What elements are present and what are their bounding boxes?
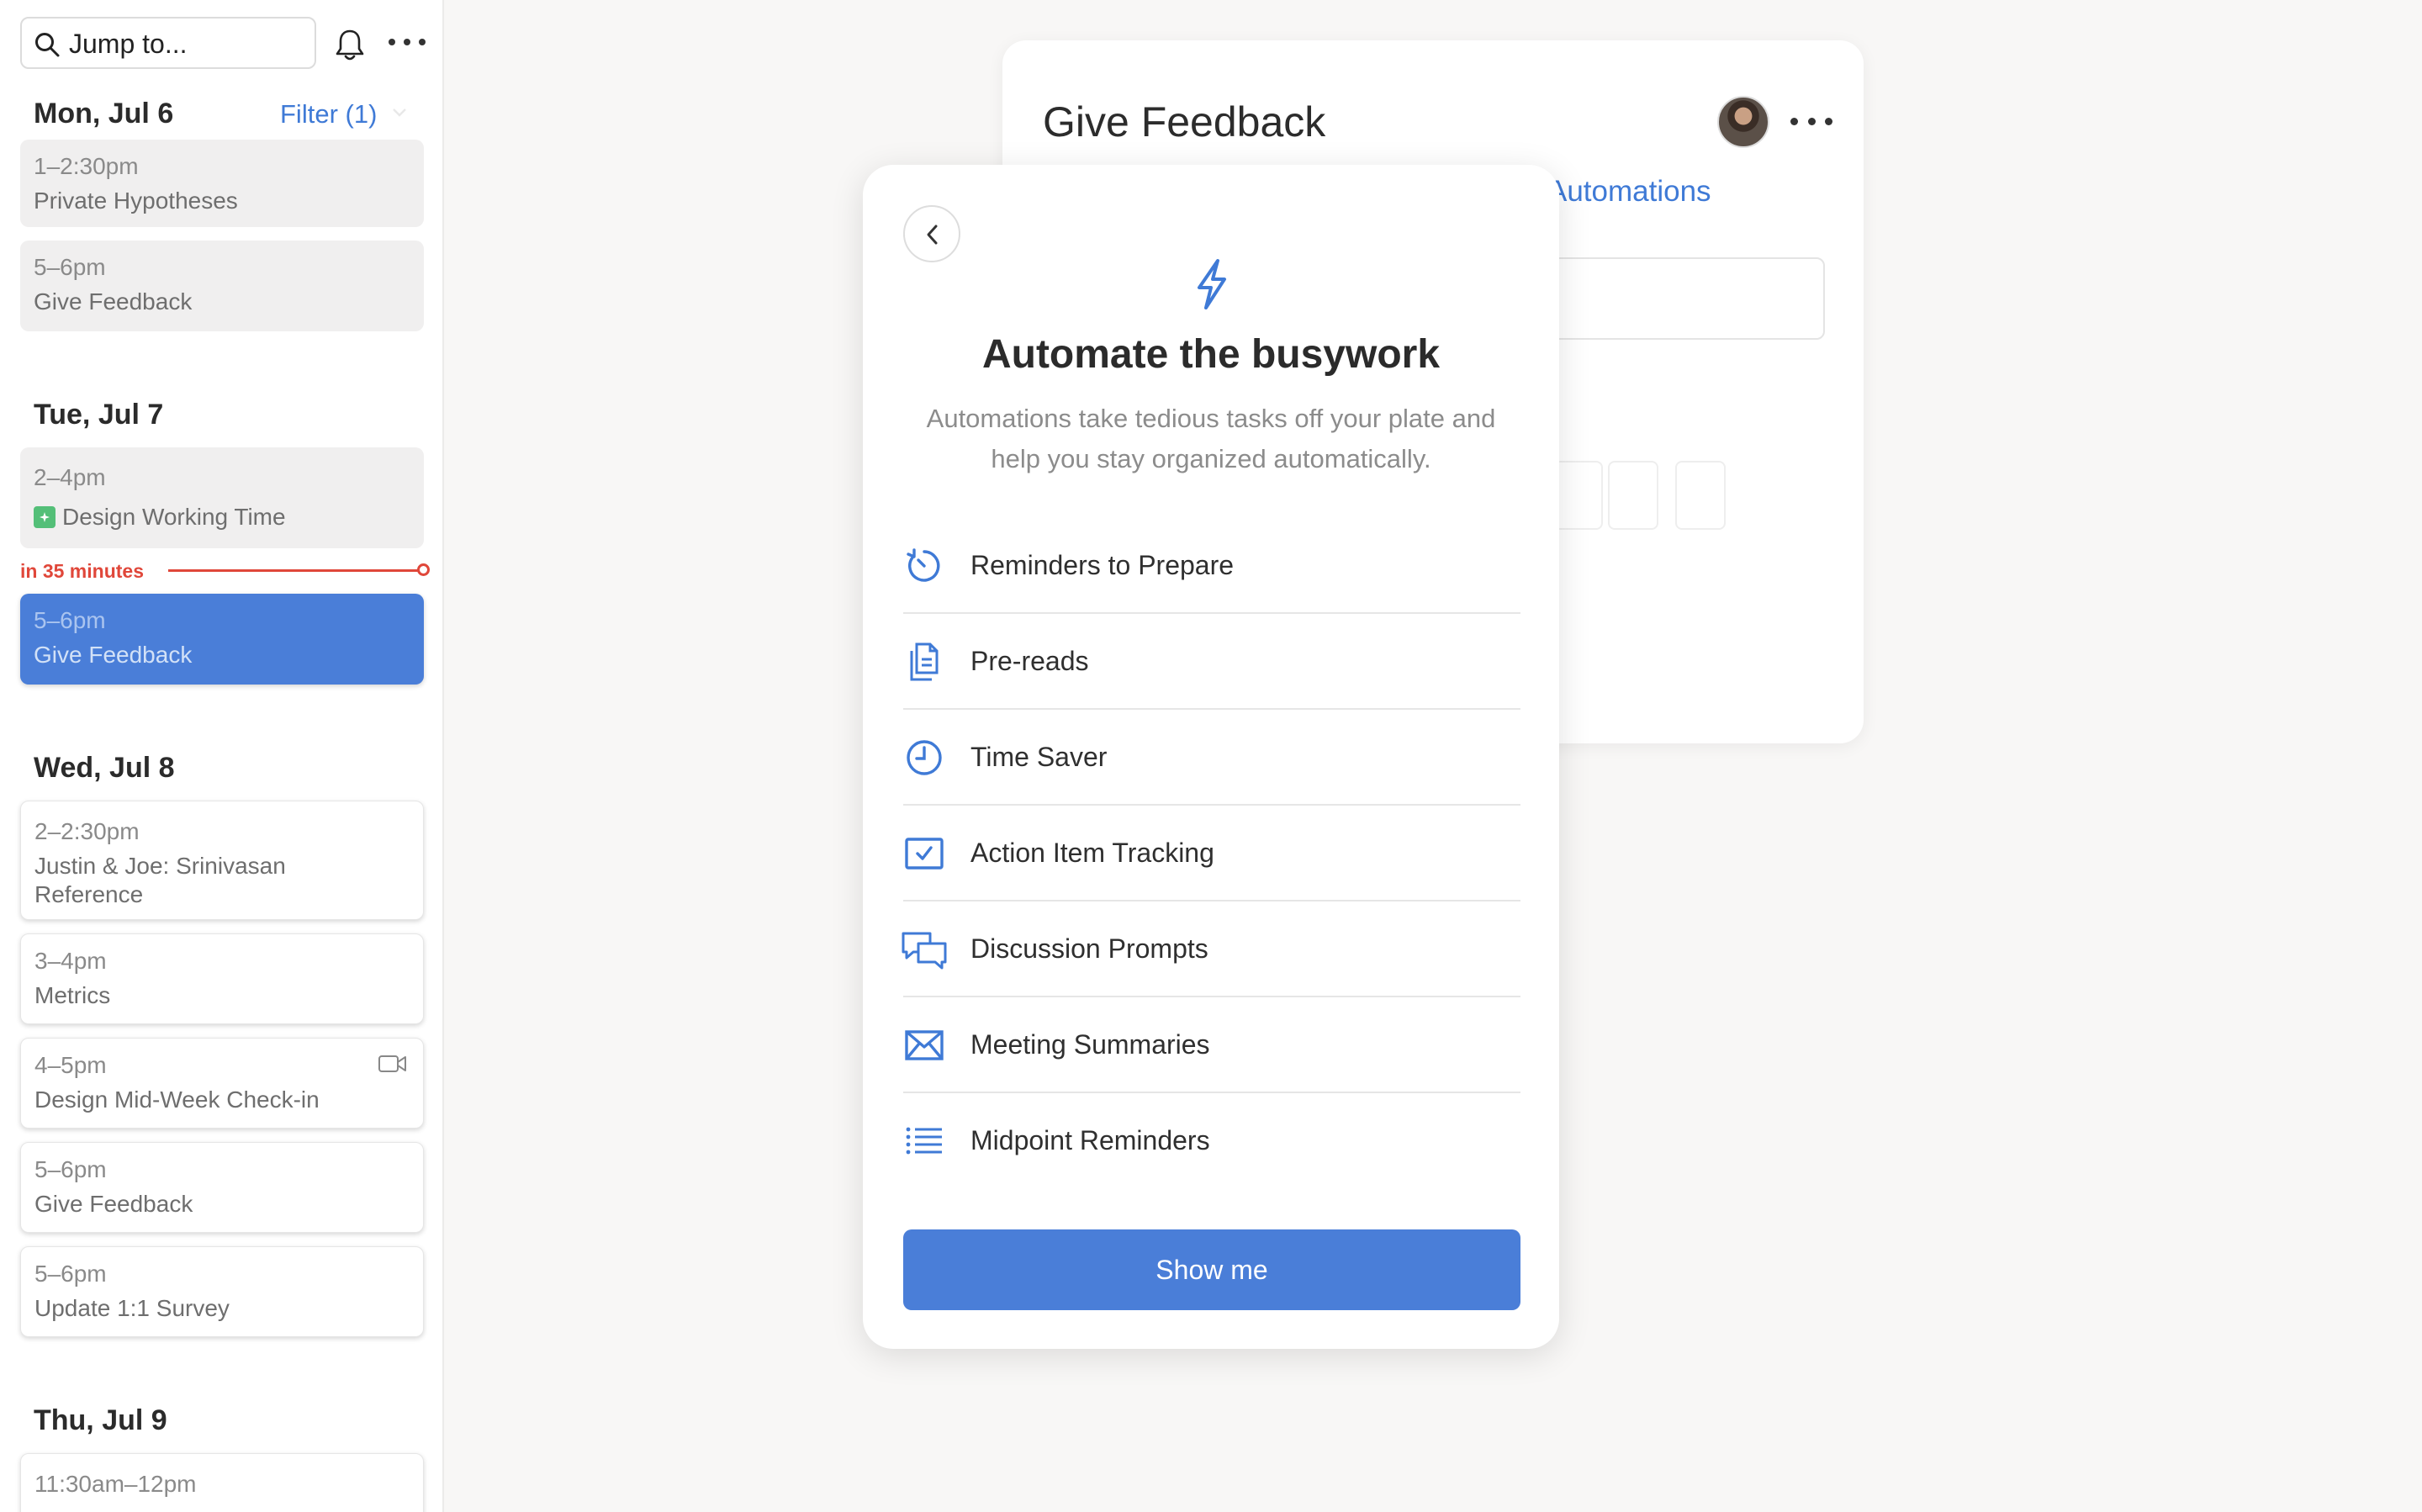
automation-item-reminders-to-prepare[interactable]: Reminders to Prepare	[903, 518, 1520, 614]
event-card[interactable]: 3–4pm Metrics	[20, 933, 424, 1024]
envelope-icon	[905, 1030, 944, 1060]
automation-label: Reminders to Prepare	[970, 550, 1235, 580]
day-header: Thu, Jul 9	[34, 1404, 167, 1436]
clock-icon	[907, 740, 942, 775]
event-card[interactable]: 2–2:30pm Justin & Joe: Srinivasan Refere…	[20, 801, 424, 920]
automation-item-meeting-summaries[interactable]: Meeting Summaries	[903, 997, 1520, 1093]
jump-to-search[interactable]	[20, 17, 316, 69]
event-title: Design Working Time	[34, 503, 410, 531]
file-icon	[1552, 461, 1603, 530]
checkbox-icon	[905, 838, 944, 870]
event-title: Give Feedback	[34, 1191, 193, 1217]
event-time: 1–2:30pm	[34, 153, 139, 179]
notes-input[interactable]	[1524, 257, 1825, 340]
event-card[interactable]: 2–4pm Design Working Time	[20, 447, 424, 548]
day-header: Wed, Jul 8	[34, 752, 175, 784]
chat-bubbles-icon	[902, 932, 947, 970]
event-time: 5–6pm	[34, 1156, 107, 1182]
show-me-button[interactable]: Show me	[903, 1229, 1520, 1310]
avatar[interactable]	[1717, 96, 1769, 148]
automation-item-pre-reads[interactable]: Pre-reads	[903, 614, 1520, 710]
event-card[interactable]: 5–6pm Give Feedback	[20, 241, 424, 331]
meeting-title: Give Feedback	[1043, 98, 1326, 145]
automation-item-midpoint-reminders[interactable]: Midpoint Reminders	[903, 1093, 1520, 1189]
automation-label: Pre-reads	[970, 646, 1089, 676]
sidebar-topbar	[20, 17, 432, 71]
event-time: 2–2:30pm	[34, 818, 140, 844]
automations-link[interactable]: Automations	[1547, 175, 1711, 209]
event-card-selected[interactable]: 5–6pm Give Feedback	[20, 594, 424, 685]
event-time: 2–4pm	[34, 464, 106, 490]
event-time: 5–6pm	[34, 1261, 107, 1287]
automation-label: Time Saver	[970, 742, 1108, 772]
calendar-sidebar: Mon, Jul 6 Filter (1) 1–2:30pm Private H…	[0, 0, 444, 1512]
automation-label: Action Item Tracking	[970, 838, 1214, 868]
automation-label: Midpoint Reminders	[970, 1125, 1210, 1155]
event-card[interactable]: 5–6pm Give Feedback	[20, 1142, 424, 1233]
now-dot	[417, 563, 430, 576]
more-options-icon[interactable]	[389, 34, 426, 50]
automation-label: Discussion Prompts	[970, 933, 1208, 964]
modal-title: Automate the busywork	[981, 332, 1441, 377]
event-time: 5–6pm	[34, 607, 106, 633]
now-line	[168, 569, 420, 572]
automation-list: Reminders to Prepare Pre-reads Time Save…	[902, 518, 1520, 1189]
documents-icon	[910, 642, 939, 681]
modal-subtitle: Automations take tedious tasks off your …	[926, 404, 1496, 473]
list-icon	[906, 1127, 942, 1155]
event-title: Private Hypotheses	[34, 188, 238, 214]
event-time: 11:30am–12pm	[34, 1471, 197, 1497]
current-time-indicator: in 35 minutes	[20, 558, 430, 584]
video-camera-icon	[378, 1055, 406, 1072]
timer-icon	[907, 548, 940, 582]
event-title: Metrics	[34, 982, 111, 1008]
search-icon	[35, 33, 60, 57]
file-icon	[1608, 461, 1658, 530]
event-title-text: Design Working Time	[62, 504, 286, 530]
event-title: Give Feedback	[34, 288, 193, 315]
automation-label: Meeting Summaries	[970, 1029, 1210, 1060]
sparkle-tag-icon	[34, 506, 56, 528]
automation-item-time-saver[interactable]: Time Saver	[903, 710, 1520, 806]
chevron-down-icon[interactable]	[392, 108, 407, 118]
day-header: Tue, Jul 7	[34, 399, 164, 431]
now-label: in 35 minutes	[20, 560, 144, 582]
automation-item-action-item-tracking[interactable]: Action Item Tracking	[903, 806, 1520, 901]
filter-button[interactable]: Filter (1)	[280, 99, 377, 130]
event-time: 3–4pm	[34, 948, 107, 974]
day-header: Mon, Jul 6	[34, 98, 174, 130]
event-title: Update 1:1 Survey	[34, 1295, 230, 1321]
more-options-icon[interactable]	[1790, 118, 1832, 125]
event-title: Justin & Joe: Srinivasan Reference	[34, 853, 286, 907]
file-icon	[1675, 461, 1726, 530]
event-time: 4–5pm	[34, 1052, 107, 1078]
chevron-left-icon	[927, 225, 938, 245]
event-title: Give Feedback	[34, 642, 193, 668]
event-time: 5–6pm	[34, 254, 106, 280]
event-card[interactable]: 4–5pm Design Mid-Week Check-in	[20, 1038, 424, 1129]
back-button[interactable]	[903, 205, 960, 262]
event-card[interactable]: 1–2:30pm Private Hypotheses	[20, 140, 424, 227]
bolt-icon	[1198, 259, 1226, 309]
automation-item-discussion-prompts[interactable]: Discussion Prompts	[902, 901, 1520, 997]
automations-modal: Automate the busywork Automations take t…	[863, 165, 1559, 1349]
event-card[interactable]: 5–6pm Update 1:1 Survey	[20, 1246, 424, 1337]
search-input[interactable]	[69, 27, 304, 61]
event-card[interactable]: 11:30am–12pm	[20, 1453, 424, 1512]
bell-icon[interactable]	[331, 27, 368, 64]
event-title: Design Mid-Week Check-in	[34, 1086, 320, 1113]
